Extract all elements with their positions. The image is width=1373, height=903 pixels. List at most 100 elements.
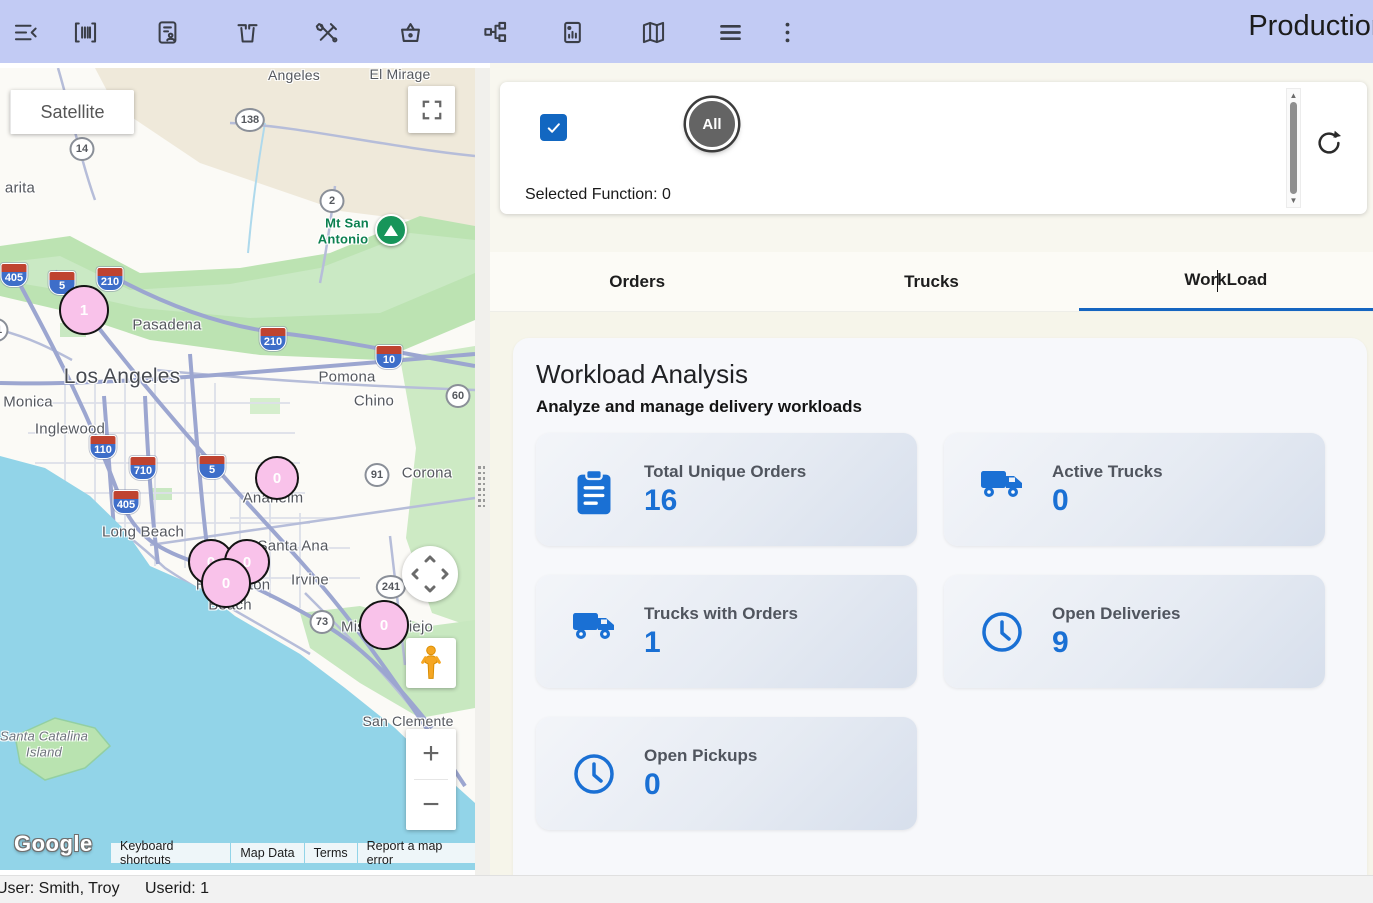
report-chart-icon[interactable] — [551, 11, 593, 53]
contact-document-icon[interactable] — [146, 11, 188, 53]
stat-card[interactable]: Active Trucks0 — [944, 433, 1325, 546]
map-footer-link[interactable]: Keyboard shortcuts — [111, 843, 230, 863]
all-functions-checkbox[interactable] — [540, 114, 567, 141]
stat-text: Active Trucks0 — [1052, 462, 1163, 518]
stat-grid: Total Unique Orders16Active Trucks0Truck… — [536, 433, 1344, 830]
map-label: Inglewood — [35, 421, 105, 438]
route-shield-210: 210 — [260, 327, 287, 351]
tab-content: Workload Analysis Analyze and manage del… — [490, 312, 1373, 875]
map-label: Mt San — [325, 216, 369, 231]
map-label: Irvine — [291, 572, 329, 589]
environment-title: Production — [1248, 10, 1373, 43]
text-cursor — [1217, 270, 1218, 292]
stat-value: 0 — [644, 768, 757, 802]
menu-icon[interactable] — [709, 11, 751, 53]
truck-icon — [980, 468, 1024, 512]
stat-card[interactable]: Total Unique Orders16 — [536, 433, 917, 546]
stat-label: Open Deliveries — [1052, 604, 1181, 624]
map-label: Corona — [402, 465, 452, 482]
stat-card[interactable]: Trucks with Orders1 — [536, 575, 917, 688]
workload-title: Workload Analysis — [536, 359, 1344, 390]
street-view-pegman-button[interactable] — [406, 638, 456, 688]
zoom-in-button[interactable]: + — [406, 729, 456, 779]
tab-workload[interactable]: WorkLoad — [1079, 252, 1373, 311]
cluster-marker[interactable]: 0 — [255, 456, 299, 500]
route-shield-5: 5 — [199, 455, 226, 479]
tab-trucks[interactable]: Trucks — [784, 252, 1078, 311]
status-user: User: Smith, Troy — [0, 880, 120, 898]
clipboard-icon — [572, 468, 616, 512]
all-function-button[interactable]: All — [686, 98, 738, 150]
cluster-marker[interactable]: 0 — [359, 600, 409, 650]
google-logo[interactable]: Google — [14, 831, 93, 857]
route-shield-210: 210 — [97, 267, 124, 291]
pan-control[interactable] — [402, 546, 458, 602]
stat-card[interactable]: Open Pickups0 — [536, 717, 917, 830]
kebab-menu-icon[interactable] — [766, 11, 808, 53]
scrollbar-thumb[interactable] — [1290, 102, 1297, 194]
tools-icon[interactable] — [306, 11, 348, 53]
map-footer-link[interactable]: Terms — [305, 843, 357, 863]
refresh-icon — [1314, 128, 1344, 158]
map-label: El Mirage — [370, 68, 431, 82]
stat-label: Open Pickups — [644, 746, 757, 766]
barcode-icon[interactable] — [64, 11, 106, 53]
function-selector-card: All Selected Function: 0 ▲ ▼ — [500, 82, 1367, 214]
map-type-satellite-button[interactable]: Satellite — [10, 90, 134, 134]
tab-label: Orders — [609, 272, 665, 292]
selected-function-text: Selected Function: 0 — [525, 186, 671, 204]
stat-value: 0 — [1052, 484, 1163, 518]
basket-icon[interactable] — [389, 11, 431, 53]
map-icon[interactable] — [632, 11, 674, 53]
route-shield-14: 14 — [70, 137, 95, 161]
map-zoom-control: + − — [406, 729, 456, 830]
scroll-up-arrow[interactable]: ▲ — [1287, 90, 1300, 101]
workload-analysis-card: Workload Analysis Analyze and manage del… — [513, 338, 1367, 875]
stat-card[interactable]: Open Deliveries9 — [944, 575, 1325, 688]
workload-subtitle: Analyze and manage delivery workloads — [536, 397, 1344, 417]
mountain-peak-marker[interactable] — [375, 214, 407, 246]
clock-icon — [572, 752, 616, 796]
map-label: Chino — [354, 393, 394, 410]
map-label: Pasadena — [132, 317, 201, 334]
map-footer-link[interactable]: Report a map error — [358, 843, 475, 863]
route-shield-73: 73 — [310, 610, 335, 634]
status-bar: User: Smith, Troy Userid: 1 — [0, 875, 1373, 903]
truck-icon — [572, 610, 616, 654]
tab-label: Trucks — [904, 272, 959, 292]
pan-arrows-icon — [402, 546, 458, 602]
right-panel: All Selected Function: 0 ▲ ▼ Orders Truck… — [490, 63, 1373, 875]
fullscreen-button[interactable] — [408, 86, 455, 133]
stat-value: 16 — [644, 484, 806, 518]
workflow-icon[interactable] — [474, 11, 516, 53]
stat-label: Active Trucks — [1052, 462, 1163, 482]
mountain-icon — [384, 225, 398, 236]
fullscreen-icon — [421, 99, 443, 121]
cluster-marker[interactable]: 0 — [201, 558, 251, 608]
route-shield-10: 10 — [376, 345, 403, 369]
function-list-scrollbar: ▲ ▼ — [1286, 88, 1301, 208]
container-icon[interactable] — [226, 11, 268, 53]
stat-label: Total Unique Orders — [644, 462, 806, 482]
stat-text: Trucks with Orders1 — [644, 604, 798, 660]
route-shield-2: 2 — [320, 189, 345, 213]
map-label: arita — [5, 180, 35, 197]
menu-collapse-icon[interactable] — [4, 11, 46, 53]
map-label: San Clemente — [362, 713, 453, 729]
tab-bar: Orders Trucks WorkLoad — [490, 252, 1373, 312]
map-label: Monica — [3, 394, 53, 411]
stat-text: Open Deliveries9 — [1052, 604, 1181, 660]
refresh-button[interactable] — [1314, 128, 1344, 158]
map-footer-link[interactable]: Map Data — [231, 843, 303, 863]
map-label: Island — [26, 745, 62, 760]
splitter-drag-handle[interactable] — [478, 466, 487, 510]
pegman-icon — [416, 645, 446, 681]
map-panel[interactable]: 138142405521001210106011071059140524173 … — [0, 68, 475, 870]
scroll-down-arrow[interactable]: ▼ — [1287, 195, 1300, 206]
route-shield-60: 60 — [446, 384, 471, 408]
zoom-out-button[interactable]: − — [406, 780, 456, 830]
route-shield-710: 710 — [130, 456, 157, 480]
tab-orders[interactable]: Orders — [490, 252, 784, 311]
cluster-marker[interactable]: 1 — [59, 285, 109, 335]
route-shield-405: 405 — [1, 263, 28, 287]
